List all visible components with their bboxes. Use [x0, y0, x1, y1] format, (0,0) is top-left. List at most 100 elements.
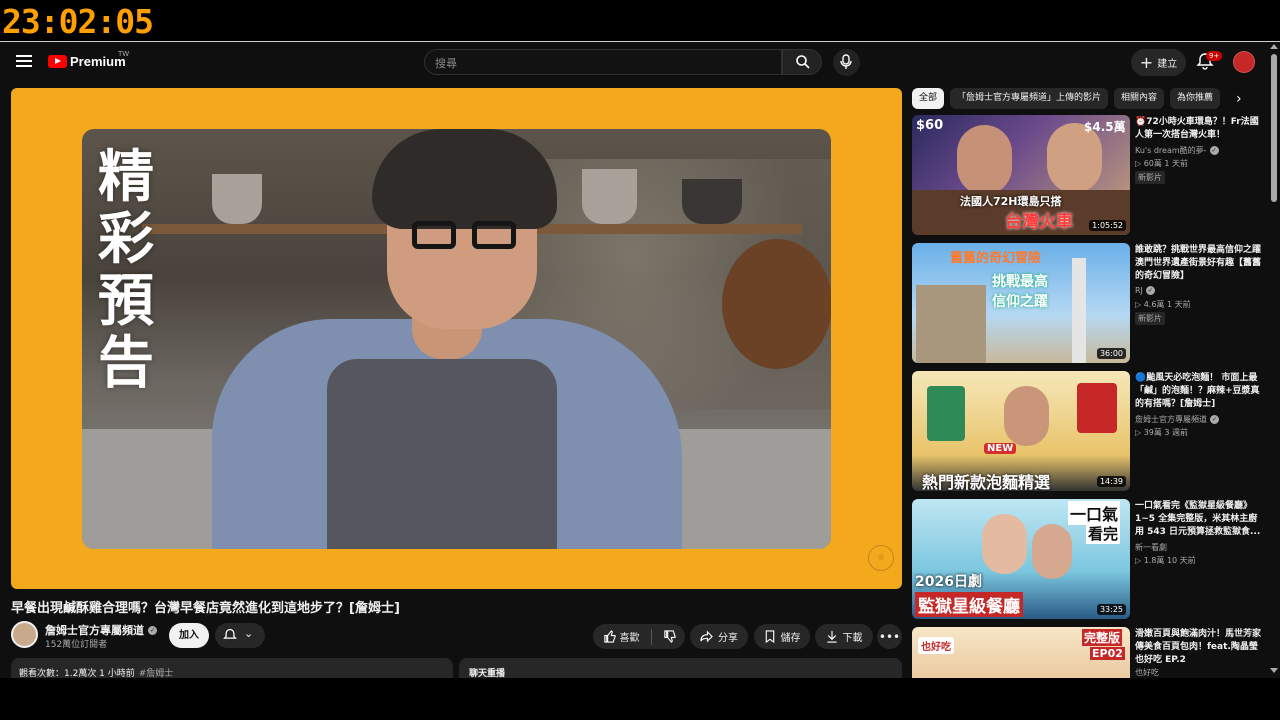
- thumbnail-text: 信仰之躍: [992, 294, 1048, 310]
- recommendation-channel[interactable]: 也好吃: [1135, 667, 1159, 678]
- thumbnail-text: NEW: [984, 443, 1017, 454]
- new-video-badge: 新影片: [1135, 171, 1165, 184]
- like-label: 喜歡: [619, 633, 640, 644]
- save-button[interactable]: 儲存: [754, 624, 810, 649]
- channel-name-row[interactable]: 詹姆士官方專屬頻道 ✓: [45, 622, 157, 638]
- thumbnail-text: 監獄星級餐廳: [915, 592, 1023, 617]
- video-thumbnail[interactable]: $60 $4.5萬 法國人72H環島只搭 台灣火車 1:05:52: [912, 115, 1130, 235]
- kitchen-pot: [682, 179, 742, 224]
- account-avatar[interactable]: [1233, 51, 1255, 73]
- thumbnail-text: EP02: [1090, 647, 1125, 660]
- recommendation-channel[interactable]: 新一看劇: [1135, 542, 1167, 553]
- video-thumbnail[interactable]: 一口氣 看完 2026日劇 監獄星級餐廳 33:25: [912, 499, 1130, 619]
- new-video-badge: 新影片: [1135, 312, 1165, 325]
- page-scrollbar[interactable]: [1268, 42, 1280, 678]
- scrollbar-thumb[interactable]: [1271, 54, 1277, 202]
- scroll-down-arrow-icon[interactable]: [1270, 668, 1278, 673]
- divider: [650, 628, 652, 645]
- recommendation-title[interactable]: 滑嫩百頁與飽滿肉汁！馬世芳家傳美食百頁包肉！feat.陶晶瑩 也好吃 EP.2: [1135, 628, 1261, 667]
- thumbnail-text: 2026日劇: [915, 574, 982, 590]
- video-frame: [82, 129, 831, 549]
- channel-name: RJ: [1135, 286, 1143, 295]
- search-icon: [796, 55, 810, 69]
- plus-icon: +: [1139, 52, 1154, 72]
- verified-check-icon: ✓: [1145, 286, 1155, 295]
- verified-check-icon: ✓: [1210, 415, 1219, 424]
- chevron-right-icon[interactable]: ›: [1236, 92, 1248, 106]
- voice-search-button[interactable]: [833, 49, 860, 76]
- thumbs-down-icon[interactable]: [663, 630, 676, 643]
- search-input[interactable]: 搜尋: [424, 49, 782, 75]
- channel-name: 也好吃: [1135, 668, 1159, 677]
- chip-channel-uploads[interactable]: 「詹姆士官方專屬頻道」上傳的影片: [950, 88, 1109, 109]
- share-button[interactable]: 分享: [690, 624, 748, 649]
- download-label: 下載: [842, 633, 863, 644]
- thumbnail-text: 熱門新款泡麵精選: [922, 473, 1051, 491]
- save-label: 儲存: [780, 633, 801, 644]
- scroll-up-arrow-icon[interactable]: [1270, 44, 1278, 49]
- list-item[interactable]: 一口氣 看完 2026日劇 監獄星級餐廳 33:25 一口氣看完《監獄星級餐廳》…: [912, 499, 1262, 619]
- video-thumbnail[interactable]: 舊舊的奇幻冒險 挑戰最高 信仰之躍 36:00: [912, 243, 1130, 363]
- like-button[interactable]: 喜歡: [603, 629, 640, 644]
- thumbnail-tower: [1072, 258, 1086, 363]
- video-duration: 14:39: [1096, 476, 1126, 487]
- thumbnail-person: [1032, 524, 1072, 579]
- wooden-barrel: [722, 239, 831, 369]
- create-button[interactable]: + 建立: [1131, 49, 1186, 76]
- video-player[interactable]: 精彩預告 ◎: [11, 88, 902, 589]
- recommendation-title[interactable]: ⏰72小時火車環島？！Fr法國人第一次搭台灣火車！: [1135, 116, 1261, 142]
- notification-count-badge: 9+: [1206, 51, 1223, 61]
- download-button[interactable]: 下載: [815, 624, 873, 649]
- chip-related[interactable]: 相關內容: [1114, 88, 1165, 109]
- subscribed-bell-button[interactable]: ⌄: [215, 623, 265, 648]
- subscriber-count: 152萬位訂閱者: [45, 640, 108, 650]
- recommendation-channel[interactable]: 詹姆士官方專屬頻道 ✓: [1135, 414, 1219, 425]
- search-button[interactable]: [782, 49, 822, 75]
- recommendation-channel[interactable]: RJ ✓: [1135, 286, 1155, 295]
- thumbnail-text: 台灣火車: [1005, 212, 1073, 232]
- bell-icon: [223, 628, 237, 639]
- youtube-premium-logo[interactable]: Premium: [48, 54, 126, 69]
- thumbnail-cup: [927, 386, 965, 441]
- list-item[interactable]: $60 $4.5萬 法國人72H環島只搭 台灣火車 1:05:52 ⏰72小時火…: [912, 115, 1262, 235]
- thumbnail-person: [957, 125, 1012, 195]
- video-thumbnail[interactable]: NEW 熱門新款泡麵精選 14:39: [912, 371, 1130, 491]
- channel-name: 詹姆士官方專屬頻道: [1135, 415, 1207, 424]
- thumbnail-ruins: [916, 285, 986, 363]
- video-duration: 1:05:52: [1089, 220, 1126, 231]
- chip-all[interactable]: 全部: [912, 88, 945, 109]
- thumbnail-text: 完整版: [1082, 629, 1123, 646]
- join-button[interactable]: 加入: [169, 623, 209, 648]
- thumbnail-cup: [1077, 383, 1117, 433]
- recommendation-channel[interactable]: Ku's dream酷的夢- ✓: [1135, 145, 1219, 156]
- hamburger-menu-icon[interactable]: [14, 52, 34, 72]
- thumbnail-text: 也好吃: [918, 637, 954, 654]
- thumbs-up-icon: [603, 630, 616, 643]
- recommendation-meta: ▷ 4.6萬 1 天前: [1135, 300, 1191, 309]
- like-dislike-group: 喜歡: [593, 624, 685, 649]
- promo-overlay-text: 精彩預告: [98, 144, 154, 396]
- list-item[interactable]: 舊舊的奇幻冒險 挑戰最高 信仰之躍 36:00 誰敢跳？挑戰世界最高信仰之躍 澳…: [912, 243, 1262, 363]
- chevron-down-icon: ⌄: [244, 627, 254, 640]
- kitchen-pot: [212, 174, 262, 224]
- recommendation-title[interactable]: 一口氣看完《監獄星級餐廳》1~5 全集完整版，米其林主廚用 543 日元預算拯救…: [1135, 500, 1261, 539]
- recommendation-title[interactable]: 誰敢跳？挑戰世界最高信仰之躍 澳門世界遺產街景好有趣【舊舊的奇幻冒險】: [1135, 244, 1261, 283]
- list-item[interactable]: 也好吃 完整版 EP02 滑嫩百頁與飽滿肉汁！馬世芳家傳美食百頁包肉！feat.…: [912, 627, 1262, 678]
- download-icon: [826, 630, 837, 643]
- chip-recommended[interactable]: 為你推薦: [1170, 88, 1221, 109]
- letterbox-bar: [0, 678, 1280, 720]
- thumbnail-text: 一口氣: [1068, 501, 1121, 525]
- youtube-play-logo-icon: [48, 55, 67, 68]
- share-icon: [700, 630, 713, 643]
- channel-avatar[interactable]: [11, 621, 38, 648]
- video-duration: 33:25: [1096, 604, 1126, 615]
- channel-name[interactable]: 詹姆士官方專屬頻道: [45, 622, 144, 638]
- thumbnail-text: 挑戰最高: [992, 274, 1048, 290]
- list-item[interactable]: NEW 熱門新款泡麵精選 14:39 🔵颱風天必吃泡麵！ 市面上最「鹹」的泡麵！…: [912, 371, 1262, 491]
- video-duration: 36:00: [1096, 348, 1126, 359]
- more-actions-button[interactable]: •••: [877, 624, 902, 649]
- channel-name: 新一看劇: [1135, 543, 1167, 552]
- channel-watermark[interactable]: ◎: [868, 545, 894, 571]
- video-thumbnail[interactable]: 也好吃 完整版 EP02: [912, 627, 1130, 678]
- recommendation-title[interactable]: 🔵颱風天必吃泡麵！ 市面上最「鹹」的泡麵！？麻辣+豆漿真的有搭嗎？[詹姆士]: [1135, 372, 1261, 411]
